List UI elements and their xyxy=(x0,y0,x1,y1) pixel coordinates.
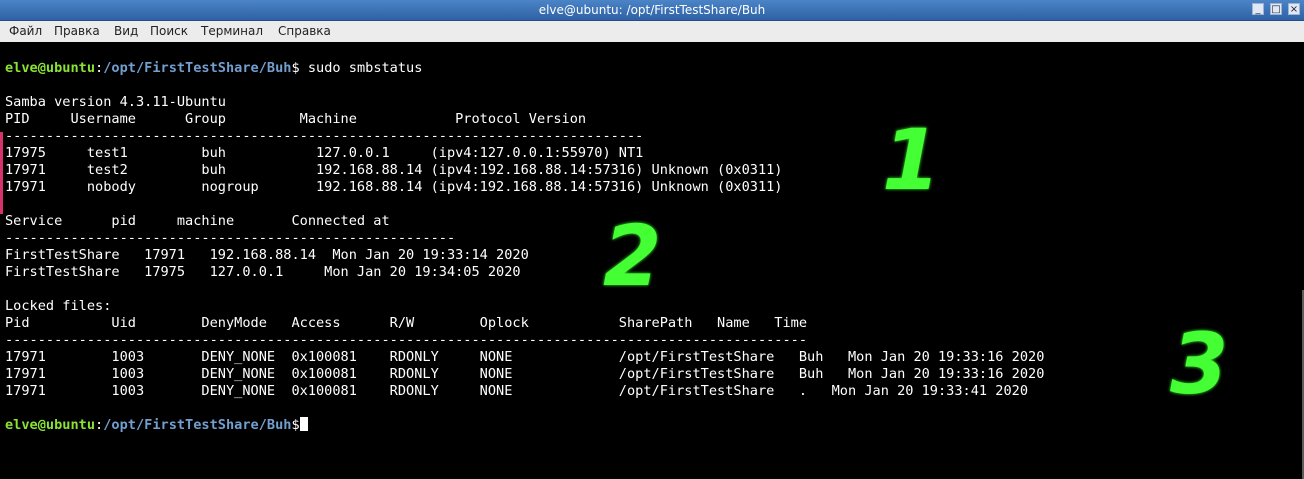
samba-version-line: Samba version 4.3.11-Ubuntu xyxy=(5,94,226,110)
menu-file[interactable]: Файл xyxy=(9,24,42,38)
left-edge-stripe xyxy=(0,132,3,214)
command-line: elve@ubuntu:/opt/FirstTestShare/Buh$ sud… xyxy=(5,60,423,76)
menu-help[interactable]: Справка xyxy=(278,24,331,38)
prompt-user: elve@ubuntu xyxy=(5,417,96,433)
locked-file-row: 17971 1003 DENY_NONE 0x100081 RDONLY NON… xyxy=(5,366,1045,382)
separator-line: ----------------------------------------… xyxy=(5,230,456,246)
locked-files-label: Locked files: xyxy=(5,298,112,314)
close-icon[interactable]: × xyxy=(1288,3,1300,15)
text-cursor xyxy=(299,417,308,431)
locked-file-row: 17971 1003 DENY_NONE 0x100081 RDONLY NON… xyxy=(5,349,1045,365)
service-row: FirstTestShare 17971 192.168.88.14 Mon J… xyxy=(5,247,529,263)
maximize-icon[interactable]: □ xyxy=(1270,3,1282,15)
session-row: 17971 nobody nogroup 192.168.88.14 (ipv4… xyxy=(5,179,783,195)
service-row: FirstTestShare 17975 127.0.0.1 Mon Jan 2… xyxy=(5,264,521,280)
final-prompt[interactable]: elve@ubuntu:/opt/FirstTestShare/Buh$ xyxy=(5,417,308,434)
annotation-number-3: 3 xyxy=(1170,315,1229,413)
terminal-area[interactable]: elve@ubuntu:/opt/FirstTestShare/Buh$ sud… xyxy=(0,42,1304,479)
menu-terminal[interactable]: Терминал xyxy=(201,24,263,38)
session-row: 17975 test1 buh 127.0.0.1 (ipv4:127.0.0.… xyxy=(5,145,644,161)
separator-line: ----------------------------------------… xyxy=(5,332,808,348)
session-row: 17971 test2 buh 192.168.88.14 (ipv4:192.… xyxy=(5,162,783,178)
menu-view[interactable]: Вид xyxy=(114,24,138,38)
menu-bar: Файл Правка Вид Поиск Терминал Справка xyxy=(0,21,1304,43)
annotation-number-1: 1 xyxy=(882,111,941,209)
session-header: PID Username Group Machine Protocol Vers… xyxy=(5,111,587,127)
locked-file-row: 17971 1003 DENY_NONE 0x100081 RDONLY NON… xyxy=(5,383,1029,399)
service-header: Service pid machine Connected at xyxy=(5,213,390,229)
window-titlebar[interactable]: elve@ubuntu: /opt/FirstTestShare/Buh _ □… xyxy=(0,0,1304,21)
prompt-path: /opt/FirstTestShare/Buh xyxy=(103,60,292,76)
prompt-path: /opt/FirstTestShare/Buh xyxy=(103,417,292,433)
locked-files-header: Pid Uid DenyMode Access R/W Oplock Share… xyxy=(5,315,808,331)
separator-line: ----------------------------------------… xyxy=(5,128,644,144)
command-text: sudo smbstatus xyxy=(299,60,423,76)
menu-edit[interactable]: Правка xyxy=(54,24,100,38)
menu-search[interactable]: Поиск xyxy=(150,24,188,38)
window-title: elve@ubuntu: /opt/FirstTestShare/Buh xyxy=(538,3,766,17)
prompt-user: elve@ubuntu xyxy=(5,60,96,76)
minimize-icon[interactable]: _ xyxy=(1252,3,1264,15)
annotation-number-2: 2 xyxy=(603,207,662,305)
